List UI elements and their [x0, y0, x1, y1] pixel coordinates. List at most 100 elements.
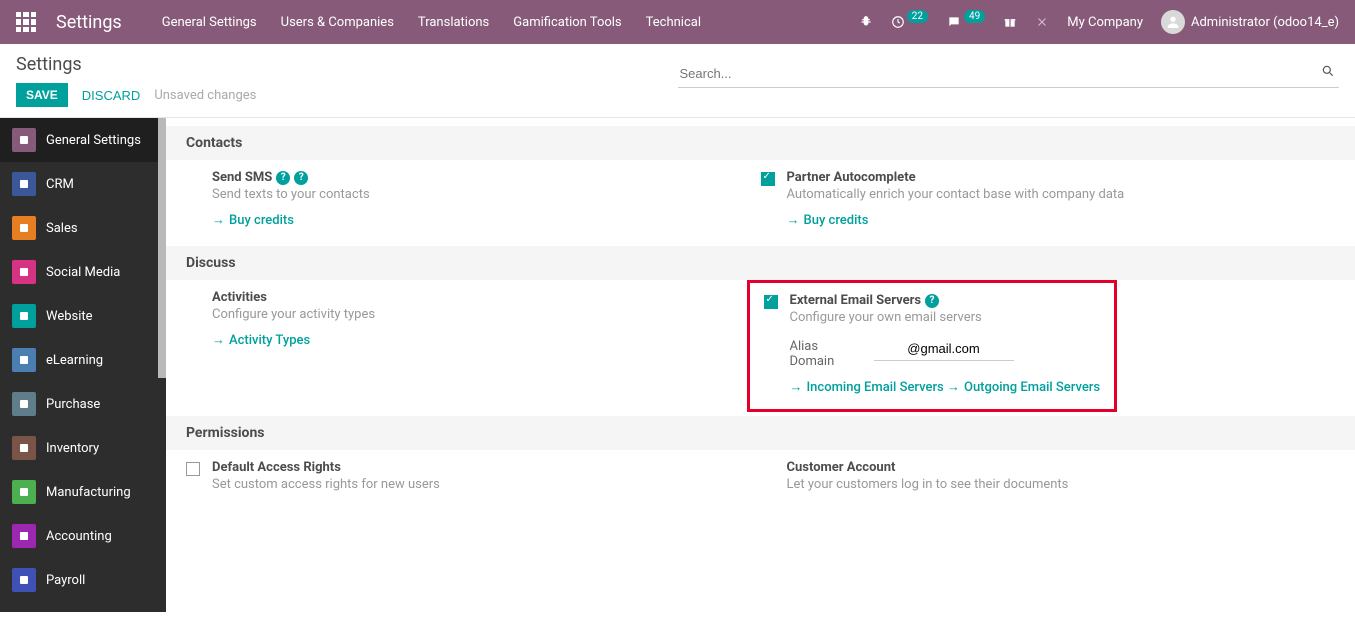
sidebar-item-crm[interactable]: CRM: [0, 162, 166, 206]
nav-gamification[interactable]: Gamification Tools: [513, 15, 621, 30]
nav-right: 22 49 My Company Administrator (odoo14_e…: [859, 10, 1339, 34]
gift-icon[interactable]: [1003, 15, 1017, 29]
checkbox-external-email[interactable]: [764, 295, 778, 309]
sidebar-app-icon: [12, 128, 36, 152]
sidebar-item-purchase[interactable]: Purchase: [0, 382, 166, 426]
setting-activities-title: Activities: [212, 290, 267, 305]
alias-domain-label: Alias Domain: [790, 339, 860, 369]
sidebar-item-manufacturing[interactable]: Manufacturing: [0, 470, 166, 514]
sidebar-app-icon: [12, 568, 36, 592]
sidebar-item-inventory[interactable]: Inventory: [0, 426, 166, 470]
link-buy-credits-sms[interactable]: →Buy credits: [212, 212, 294, 228]
nav-users-companies[interactable]: Users & Companies: [281, 15, 394, 30]
sidebar-item-label: Social Media: [46, 265, 120, 280]
search-icon[interactable]: [1321, 64, 1335, 78]
setting-partner-auto-title: Partner Autocomplete: [787, 170, 916, 185]
section-permissions: Permissions Default Access Rights Set cu…: [166, 416, 1355, 510]
link-buy-credits-partner[interactable]: →Buy credits: [787, 212, 869, 228]
sidebar-app-icon: [12, 304, 36, 328]
user-label: Administrator (odoo14_e): [1191, 15, 1339, 30]
checkbox-partner-autocomplete[interactable]: [761, 172, 775, 186]
highlight-box: External Email Servers ? Configure your …: [747, 280, 1118, 412]
nav-technical[interactable]: Technical: [646, 15, 701, 30]
checkbox-default-access[interactable]: [186, 462, 200, 476]
setting-partner-auto-desc: Automatically enrich your contact base w…: [787, 187, 1125, 202]
sidebar-app-icon: [12, 392, 36, 416]
link-incoming-email[interactable]: →Incoming Email Servers: [790, 379, 944, 395]
help-icon[interactable]: ?: [925, 294, 939, 308]
section-header-permissions: Permissions: [166, 416, 1355, 450]
breadcrumb: Settings: [16, 54, 678, 75]
alias-domain-input[interactable]: [874, 339, 1014, 361]
nav-general-settings[interactable]: General Settings: [162, 15, 257, 30]
sidebar-item-project[interactable]: Project: [0, 602, 166, 612]
tools-icon[interactable]: [1035, 15, 1049, 29]
sidebar-app-icon: [12, 260, 36, 284]
link-activity-types[interactable]: →Activity Types: [212, 332, 310, 348]
sidebar-app-icon: [12, 216, 36, 240]
section-header-contacts: Contacts: [166, 126, 1355, 160]
help-icon[interactable]: ?: [294, 171, 308, 185]
sidebar-app-icon: [12, 480, 36, 504]
sidebar-app-icon: [12, 436, 36, 460]
sidebar-item-label: Sales: [46, 221, 78, 236]
sidebar-item-elearning[interactable]: eLearning: [0, 338, 166, 382]
save-button[interactable]: SAVE: [16, 83, 68, 107]
sidebar-item-website[interactable]: Website: [0, 294, 166, 338]
arrow-icon: →: [787, 212, 800, 228]
sidebar-item-general-settings[interactable]: General Settings: [0, 118, 166, 162]
sidebar-app-icon: [12, 172, 36, 196]
sidebar-app-icon: [12, 524, 36, 548]
section-discuss: Discuss Activities Configure your activi…: [166, 246, 1355, 416]
unsaved-label: Unsaved changes: [154, 88, 256, 103]
setting-email-servers-desc: Configure your own email servers: [790, 310, 1101, 325]
sidebar-item-label: CRM: [46, 177, 74, 192]
search-input[interactable]: [678, 60, 1340, 88]
setting-email-servers-title: External Email Servers: [790, 293, 922, 308]
main: General Settings CRM Sales Social Media Webs…: [0, 117, 1355, 612]
sidebar-scrollbar[interactable]: [158, 118, 166, 378]
setting-send-sms-desc: Send texts to your contacts: [212, 187, 370, 202]
sidebar-item-label: Manufacturing: [46, 485, 131, 500]
sidebar-item-label: Purchase: [46, 397, 100, 412]
discard-button[interactable]: DISCARD: [82, 88, 141, 103]
section-contacts: Contacts Send SMS ? ? Send texts to your…: [166, 126, 1355, 246]
top-navbar: Settings General Settings Users & Compan…: [0, 0, 1355, 44]
sidebar-item-label: Inventory: [46, 441, 99, 456]
sidebar-item-sales[interactable]: Sales: [0, 206, 166, 250]
sidebar-app-icon: [12, 348, 36, 372]
settings-content[interactable]: Contacts Send SMS ? ? Send texts to your…: [166, 117, 1355, 612]
setting-send-sms-title: Send SMS: [212, 170, 272, 185]
setting-customer-account-desc: Let your customers log in to see their d…: [787, 477, 1069, 492]
apps-icon[interactable]: [16, 12, 36, 32]
nav-translations[interactable]: Translations: [418, 15, 489, 30]
setting-activities-desc: Configure your activity types: [212, 307, 375, 322]
company-label[interactable]: My Company: [1067, 15, 1143, 30]
arrow-icon: →: [947, 379, 960, 395]
app-brand: Settings: [56, 12, 122, 33]
activity-badge: 22: [907, 10, 928, 23]
section-header-discuss: Discuss: [166, 246, 1355, 280]
sidebar-item-label: Accounting: [46, 529, 112, 544]
avatar-icon: [1161, 10, 1185, 34]
sidebar-item-label: Payroll: [46, 573, 85, 588]
arrow-icon: →: [212, 332, 225, 348]
sidebar-item-accounting[interactable]: Accounting: [0, 514, 166, 558]
arrow-icon: →: [212, 212, 225, 228]
arrow-icon: →: [790, 379, 803, 395]
setting-default-access-desc: Set custom access rights for new users: [212, 477, 440, 492]
bug-icon[interactable]: [859, 15, 873, 29]
nav-links: General Settings Users & Companies Trans…: [162, 15, 701, 30]
user-menu[interactable]: Administrator (odoo14_e): [1161, 10, 1339, 34]
messaging-badge: 49: [964, 10, 985, 23]
link-outgoing-email[interactable]: →Outgoing Email Servers: [947, 379, 1100, 395]
activity-counter[interactable]: 22: [891, 15, 928, 29]
sidebar-item-label: eLearning: [46, 353, 103, 368]
help-icon[interactable]: ?: [276, 171, 290, 185]
sidebar-item-payroll[interactable]: Payroll: [0, 558, 166, 602]
messaging-counter[interactable]: 49: [946, 15, 985, 29]
setting-customer-account-title: Customer Account: [787, 460, 896, 475]
sidebar-item-label: Website: [46, 309, 93, 324]
sidebar-item-social-media[interactable]: Social Media: [0, 250, 166, 294]
setting-default-access-title: Default Access Rights: [212, 460, 341, 475]
